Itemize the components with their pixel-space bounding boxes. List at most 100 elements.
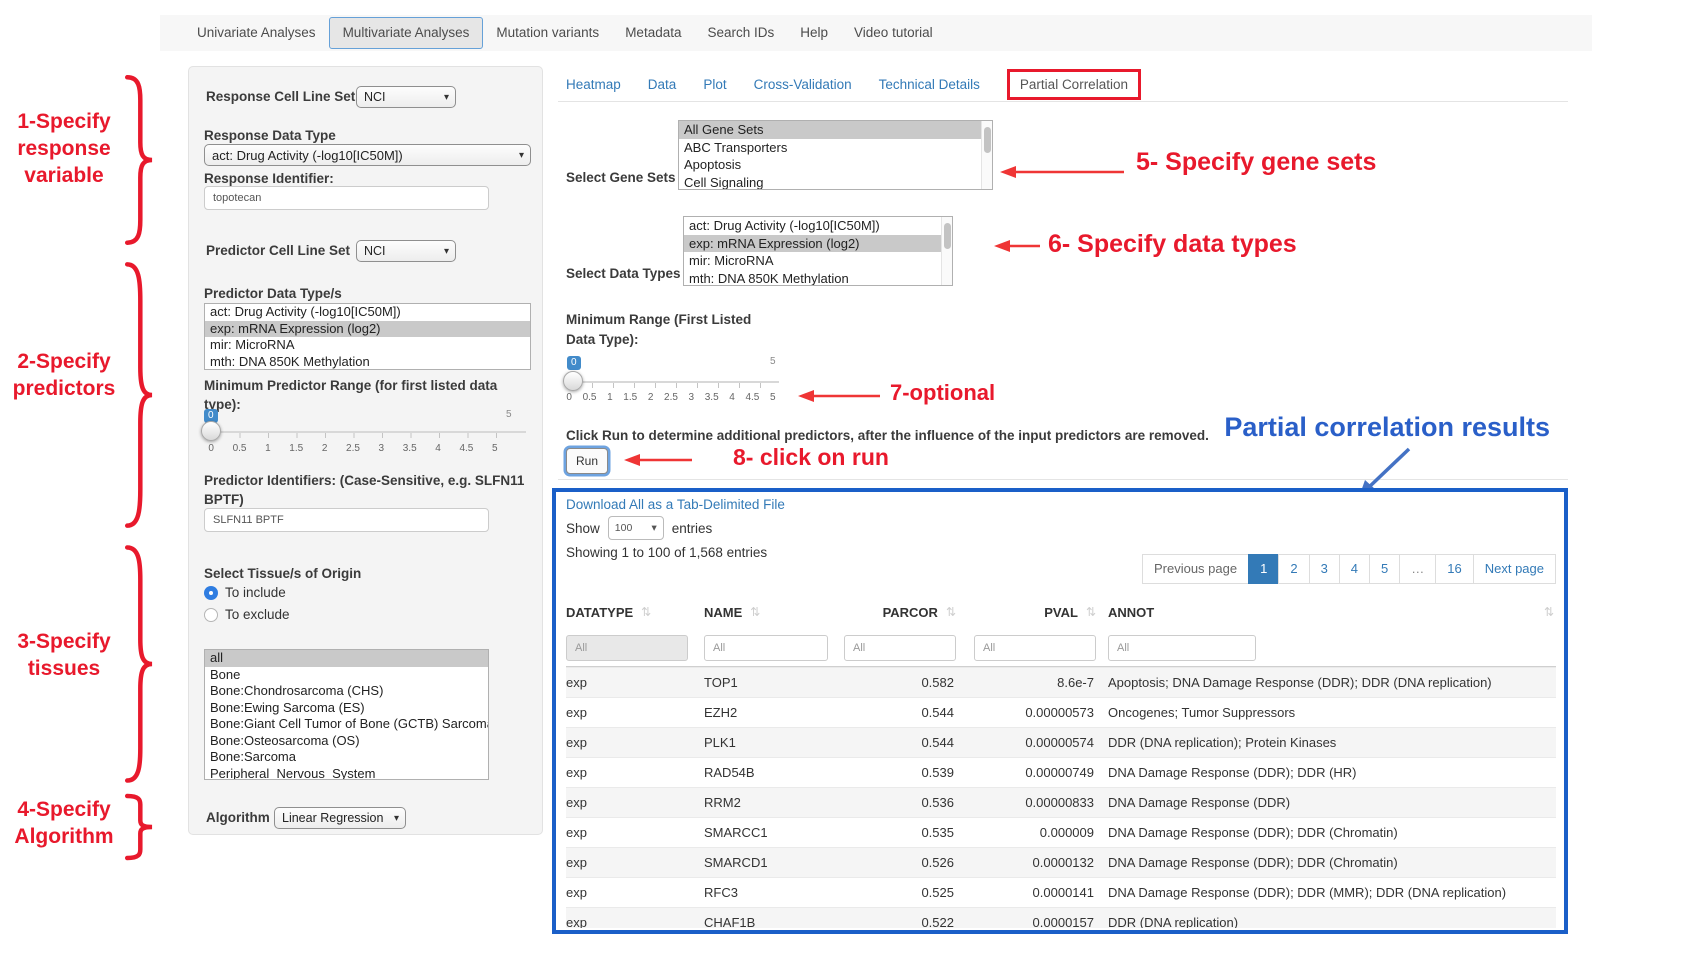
- header-parcor[interactable]: PARCOR⇅: [844, 605, 956, 620]
- brace-step4: [122, 794, 156, 860]
- cell-datatype: exp: [566, 735, 704, 750]
- tick-label: 1.5: [620, 392, 640, 403]
- slider-handle[interactable]: [563, 371, 583, 391]
- previous-page-button[interactable]: Previous page: [1142, 554, 1249, 584]
- nav-item-multivariate-analyses[interactable]: Multivariate Analyses: [329, 17, 484, 49]
- listbox-option[interactable]: ABC Transporters: [679, 139, 992, 157]
- listbox-option[interactable]: mth: DNA 850K Methylation: [205, 354, 530, 371]
- tick-label: 1: [254, 443, 282, 454]
- header-annot[interactable]: ANNOT⇅: [1096, 605, 1556, 620]
- download-link[interactable]: Download All as a Tab-Delimited File: [566, 497, 785, 512]
- filter-parcor-input[interactable]: [844, 635, 956, 661]
- page-button-3[interactable]: 3: [1309, 554, 1340, 584]
- radio-to-include[interactable]: To include: [204, 585, 286, 600]
- page-button-16[interactable]: 16: [1435, 554, 1473, 584]
- radio-to-exclude[interactable]: To exclude: [204, 607, 290, 622]
- scrollbar-thumb[interactable]: [984, 127, 991, 153]
- cell-annot: DNA Damage Response (DDR): [1096, 795, 1556, 810]
- cell-annot: DDR (DNA replication): [1096, 915, 1556, 928]
- cell-pval: 0.0000132: [956, 855, 1096, 870]
- predictor-identifiers-input[interactable]: [204, 508, 489, 532]
- tab-heatmap[interactable]: Heatmap: [566, 77, 621, 92]
- listbox-option[interactable]: Peripheral_Nervous_System: [205, 766, 488, 781]
- next-page-button[interactable]: Next page: [1473, 554, 1556, 584]
- page-button-5[interactable]: 5: [1369, 554, 1400, 584]
- pagination: Previous page 1 2 3 4 5 … 16 Next page: [1143, 554, 1556, 584]
- nav-item-video-tutorial[interactable]: Video tutorial: [841, 18, 946, 48]
- slider-handle[interactable]: [201, 421, 221, 441]
- page-size-select[interactable]: 100 ▾: [608, 516, 664, 540]
- nav-item-univariate-analyses[interactable]: Univariate Analyses: [184, 18, 329, 48]
- listbox-option[interactable]: Bone:Giant Cell Tumor of Bone (GCTB) Sar…: [205, 716, 488, 733]
- cell-name: SMARCC1: [704, 825, 844, 840]
- algorithm-select[interactable]: Linear Regression ▾: [274, 807, 406, 829]
- slider-value-badge: 0: [567, 356, 581, 370]
- sort-icon[interactable]: ⇅: [750, 605, 760, 619]
- listbox-option[interactable]: Bone: [205, 667, 488, 684]
- sort-icon[interactable]: ⇅: [1544, 605, 1554, 619]
- listbox-option-selected[interactable]: All Gene Sets: [679, 121, 982, 139]
- tab-technical-details[interactable]: Technical Details: [879, 77, 980, 92]
- algorithm-value: Linear Regression: [282, 811, 383, 825]
- chevron-down-icon: ▾: [444, 92, 449, 103]
- listbox-option-selected[interactable]: exp: mRNA Expression (log2): [684, 235, 942, 253]
- table-row: exp CHAF1B 0.522 0.0000157 DDR (DNA repl…: [566, 907, 1556, 928]
- page-button-4[interactable]: 4: [1339, 554, 1370, 584]
- tab-data[interactable]: Data: [648, 77, 677, 92]
- sort-icon[interactable]: ⇅: [641, 605, 651, 619]
- listbox-option[interactable]: Bone:Sarcoma: [205, 749, 488, 766]
- nav-item-metadata[interactable]: Metadata: [612, 18, 694, 48]
- listbox-option-selected[interactable]: exp: mRNA Expression (log2): [205, 321, 530, 338]
- listbox-option-selected[interactable]: all: [205, 650, 488, 667]
- cell-parcor: 0.536: [844, 795, 956, 810]
- sort-icon[interactable]: ⇅: [1086, 605, 1096, 619]
- run-instruction: Click Run to determine additional predic…: [566, 428, 1209, 443]
- table-header-row: DATATYPE⇅ NAME ⇅ PARCOR⇅ PVAL⇅ ANNOT⇅: [566, 594, 1556, 630]
- listbox-option[interactable]: Bone:Chondrosarcoma (CHS): [205, 683, 488, 700]
- cell-name: EZH2: [704, 705, 844, 720]
- tab-plot[interactable]: Plot: [703, 77, 726, 92]
- response-cell-line-set-select[interactable]: NCI ▾: [356, 86, 456, 108]
- min-range-label-line1: Minimum Range (First Listed: [566, 312, 751, 327]
- page-button-1[interactable]: 1: [1248, 554, 1279, 584]
- listbox-option[interactable]: act: Drug Activity (-log10[IC50M]): [684, 217, 952, 235]
- header-label: NAME: [704, 605, 742, 620]
- response-data-type-select[interactable]: act: Drug Activity (-log10[IC50M]) ▾: [204, 144, 531, 166]
- tick-label: 3: [681, 392, 701, 403]
- scrollbar[interactable]: [981, 121, 992, 189]
- predictor-cell-line-set-select[interactable]: NCI ▾: [356, 240, 456, 262]
- scrollbar[interactable]: [941, 217, 952, 285]
- tick-label: 3.5: [702, 392, 722, 403]
- header-pval[interactable]: PVAL⇅: [956, 605, 1096, 620]
- response-data-type-label: Response Data Type: [204, 128, 336, 143]
- sort-icon[interactable]: ⇅: [946, 605, 956, 619]
- response-identifier-input[interactable]: [204, 186, 489, 210]
- listbox-option[interactable]: mir: MicroRNA: [684, 252, 952, 270]
- run-button[interactable]: Run: [566, 448, 608, 474]
- listbox-option[interactable]: Bone:Ewing Sarcoma (ES): [205, 700, 488, 717]
- slider-tick-labels: 0 0.5 1 1.5 2 2.5 3 3.5 4 4.5 5: [559, 392, 783, 403]
- filter-name-input[interactable]: [704, 635, 828, 661]
- nav-item-search-ids[interactable]: Search IDs: [694, 18, 787, 48]
- cell-name: PLK1: [704, 735, 844, 750]
- listbox-option[interactable]: mth: DNA 850K Methylation: [684, 270, 952, 287]
- scrollbar-thumb[interactable]: [944, 223, 951, 249]
- filter-datatype-input[interactable]: [566, 635, 688, 661]
- filter-pval-input[interactable]: [974, 635, 1096, 661]
- listbox-option[interactable]: mir: MicroRNA: [205, 337, 530, 354]
- listbox-option[interactable]: Cell Signaling: [679, 174, 992, 191]
- filter-annot-input[interactable]: [1108, 635, 1256, 661]
- cell-pval: 0.000009: [956, 825, 1096, 840]
- page-button-2[interactable]: 2: [1278, 554, 1309, 584]
- nav-item-help[interactable]: Help: [787, 18, 841, 48]
- tab-partial-correlation[interactable]: Partial Correlation: [1007, 69, 1141, 100]
- listbox-option[interactable]: Bone:Osteosarcoma (OS): [205, 733, 488, 750]
- header-name[interactable]: NAME ⇅: [704, 605, 844, 620]
- header-datatype[interactable]: DATATYPE⇅: [566, 605, 704, 620]
- nav-item-mutation-variants[interactable]: Mutation variants: [483, 18, 612, 48]
- cell-pval: 0.00000749: [956, 765, 1096, 780]
- listbox-option[interactable]: act: Drug Activity (-log10[IC50M]): [205, 304, 530, 321]
- tab-cross-validation[interactable]: Cross-Validation: [754, 77, 852, 92]
- listbox-option[interactable]: Apoptosis: [679, 156, 992, 174]
- radio-selected-icon: [204, 586, 218, 600]
